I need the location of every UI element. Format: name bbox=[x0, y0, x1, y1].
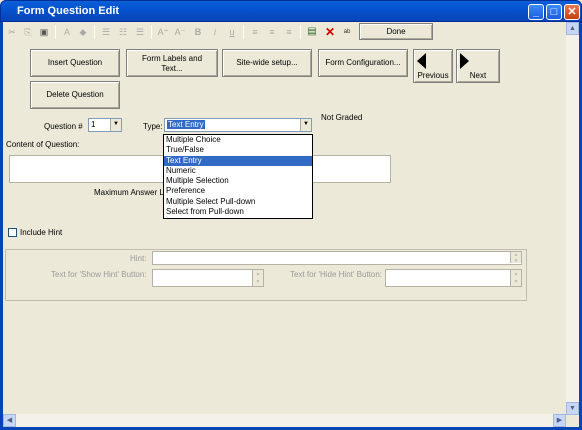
hint-input[interactable]: ▲ ▼ bbox=[152, 251, 522, 265]
question-number-value: 1 bbox=[91, 120, 96, 129]
spinner-icon[interactable]: ▲ ▼ bbox=[510, 270, 521, 286]
dropdown-option[interactable]: Multiple Selection bbox=[164, 176, 312, 186]
horizontal-scrollbar[interactable]: ◀ ▶ bbox=[3, 414, 566, 427]
toolbar-divider bbox=[94, 25, 95, 39]
show-hint-label: Text for 'Show Hint' Button: bbox=[51, 270, 147, 279]
next-arrow-icon bbox=[460, 53, 469, 69]
insert-question-label: Insert Question bbox=[47, 58, 103, 67]
minimize-button[interactable]: _ bbox=[528, 4, 544, 20]
copy-icon[interactable]: ⎘ bbox=[21, 25, 35, 39]
scroll-left-icon[interactable]: ◀ bbox=[3, 414, 16, 427]
window-title: Form Question Edit bbox=[17, 5, 120, 17]
form-labels-label-line2: Text... bbox=[161, 64, 183, 73]
color-icon[interactable]: ◆ bbox=[76, 25, 90, 39]
maximize-button[interactable]: □ bbox=[546, 4, 562, 20]
hint-label: Hint: bbox=[130, 254, 147, 263]
next-button[interactable]: Next bbox=[456, 49, 500, 83]
form-configuration-label: Form Configuration... bbox=[325, 58, 401, 67]
next-label: Next bbox=[469, 71, 487, 80]
question-type-select[interactable]: Text Entry ▼ bbox=[164, 118, 312, 132]
underline-icon[interactable]: u bbox=[225, 25, 239, 39]
delete-question-button[interactable]: Delete Question bbox=[30, 81, 120, 109]
done-button-label: Done bbox=[386, 27, 406, 36]
site-wide-setup-label: Site-wide setup... bbox=[236, 58, 298, 67]
question-type-dropdown[interactable]: Multiple Choice True/False Text Entry Numer… bbox=[163, 134, 313, 219]
dropdown-option[interactable]: Select from Pull-down bbox=[164, 207, 312, 217]
scroll-down-icon[interactable]: ▼ bbox=[566, 402, 579, 415]
title-bar: Form Question Edit _ □ ✕ bbox=[0, 0, 582, 22]
include-hint-checkbox[interactable] bbox=[8, 228, 17, 237]
hide-hint-label: Text for 'Hide Hint' Button: bbox=[290, 270, 382, 279]
formatting-toolbar: ✂ ⎘ ▣ A ◆ ☰ ☷ ☰ A⁺ A⁻ B i u ≡ ≡ ≡ ▤ ✕ ᵃᵇ… bbox=[3, 22, 569, 42]
include-hint-label: Include Hint bbox=[20, 228, 63, 237]
max-answer-label: Maximum Answer L bbox=[94, 188, 164, 197]
toolbar-divider bbox=[151, 25, 152, 39]
dropdown-option[interactable]: Multiple Select Pull-down bbox=[164, 197, 312, 207]
dropdown-option[interactable]: True/False bbox=[164, 145, 312, 155]
show-hint-input[interactable]: ▲ ▼ bbox=[152, 269, 264, 287]
superscript-icon[interactable]: A⁺ bbox=[156, 25, 170, 39]
question-type-value: Text Entry bbox=[167, 120, 205, 129]
site-wide-setup-button[interactable]: Site-wide setup... bbox=[222, 49, 312, 77]
numbered-list-icon[interactable]: ☷ bbox=[116, 25, 130, 39]
insert-question-button[interactable]: Insert Question bbox=[30, 49, 120, 77]
spinner-icon[interactable]: ▲ ▼ bbox=[510, 252, 521, 264]
question-number-select[interactable]: 1 ▼ bbox=[88, 118, 122, 132]
bullet-list-icon[interactable]: ☰ bbox=[99, 25, 113, 39]
form-labels-label-line1: Form Labels and bbox=[141, 54, 203, 63]
spellcheck-icon[interactable]: ᵃᵇ bbox=[340, 25, 354, 39]
paste-icon[interactable]: ▣ bbox=[37, 25, 51, 39]
indent-icon[interactable]: ☰ bbox=[133, 25, 147, 39]
dropdown-option[interactable]: Multiple Choice bbox=[164, 135, 312, 145]
question-number-label: Question # bbox=[44, 122, 83, 131]
bold-icon[interactable]: B bbox=[191, 25, 205, 39]
scroll-right-icon[interactable]: ▶ bbox=[553, 414, 566, 427]
done-button[interactable]: Done bbox=[359, 23, 433, 40]
content-label: Content of Question: bbox=[6, 140, 80, 149]
hide-hint-input[interactable]: ▲ ▼ bbox=[385, 269, 522, 287]
delete-question-label: Delete Question bbox=[46, 90, 104, 99]
dropdown-option[interactable]: Numeric bbox=[164, 166, 312, 176]
toolbar-divider bbox=[55, 25, 56, 39]
toolbar-divider bbox=[243, 25, 244, 39]
italic-icon[interactable]: i bbox=[208, 25, 222, 39]
scissors-icon[interactable]: ✂ bbox=[5, 25, 19, 39]
window-frame-left bbox=[0, 22, 3, 430]
save-icon[interactable]: ▤ bbox=[305, 25, 319, 39]
align-center-icon[interactable]: ≡ bbox=[265, 25, 279, 39]
font-icon[interactable]: A bbox=[60, 25, 74, 39]
align-left-icon[interactable]: ≡ bbox=[248, 25, 262, 39]
dropdown-option[interactable]: Preference bbox=[164, 186, 312, 196]
chevron-down-icon[interactable]: ▼ bbox=[110, 119, 121, 131]
spinner-icon[interactable]: ▲ ▼ bbox=[252, 270, 263, 286]
dropdown-option[interactable]: Text Entry bbox=[164, 155, 312, 166]
vertical-scrollbar[interactable]: ▲ ▼ bbox=[566, 22, 579, 415]
delete-icon[interactable]: ✕ bbox=[323, 25, 337, 39]
form-labels-button[interactable]: Form Labels and Text... bbox=[126, 49, 218, 77]
previous-label: Previous bbox=[417, 71, 449, 80]
graded-status: Not Graded bbox=[321, 113, 363, 122]
subscript-icon[interactable]: A⁻ bbox=[173, 25, 187, 39]
form-configuration-button[interactable]: Form Configuration... bbox=[318, 49, 408, 77]
scroll-up-icon[interactable]: ▲ bbox=[566, 22, 579, 35]
align-right-icon[interactable]: ≡ bbox=[282, 25, 296, 39]
chevron-down-icon[interactable]: ▼ bbox=[300, 119, 311, 131]
previous-arrow-icon bbox=[417, 53, 426, 69]
close-button[interactable]: ✕ bbox=[564, 4, 580, 20]
previous-button[interactable]: Previous bbox=[413, 49, 453, 83]
type-label: Type: bbox=[143, 122, 163, 131]
toolbar-divider bbox=[300, 25, 301, 39]
